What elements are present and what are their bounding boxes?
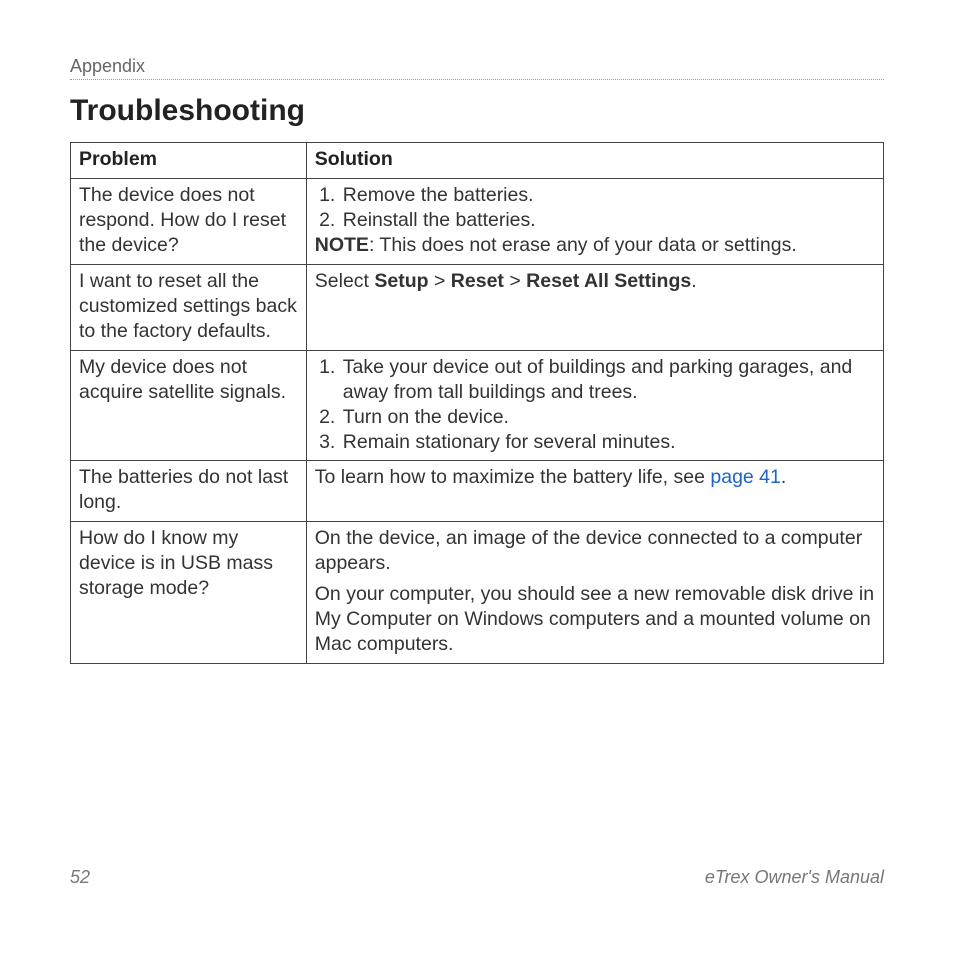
menu-path-sep: >: [429, 270, 451, 292]
problem-cell: The device does not respond. How do I re…: [71, 178, 307, 264]
solution-paragraph: On your computer, you should see a new r…: [315, 582, 875, 657]
solution-cell: Take your device out of buildings and pa…: [306, 350, 883, 461]
solution-text: Select: [315, 270, 375, 292]
solution-text: .: [781, 466, 786, 488]
manual-page: Appendix Troubleshooting Problem Solutio…: [0, 0, 954, 954]
page-link[interactable]: page 41: [710, 466, 781, 488]
solution-paragraph: On the device, an image of the device co…: [315, 526, 875, 576]
menu-path-item: Setup: [374, 270, 428, 292]
step-item: Reinstall the batteries.: [341, 208, 875, 233]
section-header: Appendix: [70, 56, 884, 80]
col-header-problem: Problem: [71, 143, 307, 179]
solution-cell: Select Setup > Reset > Reset All Setting…: [306, 264, 883, 350]
problem-cell: My device does not acquire satellite sig…: [71, 350, 307, 461]
solution-note: NOTE: This does not erase any of your da…: [315, 233, 875, 258]
step-item: Remove the batteries.: [341, 183, 875, 208]
solution-text: .: [691, 270, 696, 292]
step-item: Turn on the device.: [341, 405, 875, 430]
table-row: How do I know my device is in USB mass s…: [71, 522, 884, 664]
solution-cell: Remove the batteries. Reinstall the batt…: [306, 178, 883, 264]
note-label: NOTE: [315, 234, 369, 256]
problem-cell: How do I know my device is in USB mass s…: [71, 522, 307, 664]
table-header-row: Problem Solution: [71, 143, 884, 179]
troubleshooting-table: Problem Solution The device does not res…: [70, 142, 884, 664]
solution-cell: On the device, an image of the device co…: [306, 522, 883, 664]
solution-steps: Take your device out of buildings and pa…: [315, 355, 875, 455]
col-header-solution: Solution: [306, 143, 883, 179]
menu-path-item: Reset: [451, 270, 504, 292]
manual-title: eTrex Owner's Manual: [705, 867, 884, 888]
page-footer: 52 eTrex Owner's Manual: [70, 867, 884, 888]
page-number: 52: [70, 867, 90, 888]
page-title: Troubleshooting: [70, 94, 884, 128]
step-item: Take your device out of buildings and pa…: [341, 355, 875, 405]
solution-cell: To learn how to maximize the battery lif…: [306, 461, 883, 522]
menu-path-sep: >: [504, 270, 526, 292]
table-row: I want to reset all the customized setti…: [71, 264, 884, 350]
step-item: Remain stationary for several minutes.: [341, 430, 875, 455]
problem-cell: The batteries do not last long.: [71, 461, 307, 522]
problem-cell: I want to reset all the customized setti…: [71, 264, 307, 350]
table-row: My device does not acquire satellite sig…: [71, 350, 884, 461]
note-text: : This does not erase any of your data o…: [369, 234, 797, 256]
table-row: The batteries do not last long. To learn…: [71, 461, 884, 522]
solution-steps: Remove the batteries. Reinstall the batt…: [315, 183, 875, 233]
menu-path-item: Reset All Settings: [526, 270, 691, 292]
table-row: The device does not respond. How do I re…: [71, 178, 884, 264]
solution-text: To learn how to maximize the battery lif…: [315, 466, 711, 488]
